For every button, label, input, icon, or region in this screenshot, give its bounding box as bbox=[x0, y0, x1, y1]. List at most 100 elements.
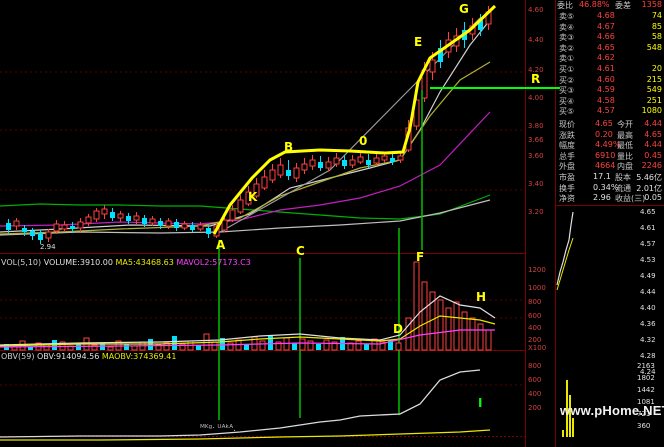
ask-label: 卖② bbox=[559, 43, 575, 53]
candle-body bbox=[126, 216, 131, 221]
bid-ask-ratio: 46.88% bbox=[579, 0, 610, 9]
volume-bar bbox=[292, 343, 297, 350]
bid-price: 4.60 bbox=[597, 74, 615, 84]
candle-body bbox=[237, 199, 244, 213]
volume-bar bbox=[477, 323, 484, 351]
price-axis-tick: 3.66 bbox=[528, 136, 544, 144]
vol-ma-yellow bbox=[0, 315, 496, 347]
ask-label: 卖③ bbox=[559, 33, 575, 42]
stat-label: 收益(三) bbox=[615, 194, 646, 203]
volume-bar bbox=[437, 299, 444, 351]
volume-bar bbox=[211, 341, 218, 351]
candle-body bbox=[366, 160, 371, 165]
volume-axis-tick: 1200 bbox=[528, 266, 546, 274]
mini-vol-axis-tick: 2163 bbox=[637, 362, 655, 370]
orderbook-row: 买④ 4.58 251 bbox=[557, 95, 664, 106]
candle-body bbox=[181, 223, 188, 229]
stat-value: 4664 bbox=[595, 161, 616, 170]
candle bbox=[93, 208, 100, 222]
bid-label: 买④ bbox=[559, 96, 575, 106]
orderbook-row: 卖⑤ 4.68 74 bbox=[557, 11, 664, 21]
candle bbox=[110, 208, 115, 221]
candle bbox=[277, 158, 284, 178]
candle-body bbox=[373, 157, 380, 164]
candle-body bbox=[45, 231, 52, 239]
price-axis-tick: 4.20 bbox=[528, 66, 544, 74]
orderbook-row: 净资 2.96 收益(三) 0.05 bbox=[557, 193, 664, 203]
volume-axis-tick: 1000 bbox=[528, 284, 546, 292]
price-axis-tick: 4.40 bbox=[528, 36, 544, 44]
stat-label: 市盈 bbox=[559, 173, 575, 182]
candle-body bbox=[221, 219, 228, 231]
bid-volume: 215 bbox=[646, 74, 662, 84]
bid-label: 买① bbox=[559, 65, 575, 74]
stat-value: 2246 bbox=[641, 161, 662, 170]
ask-volume: 58 bbox=[651, 32, 662, 41]
candle bbox=[357, 152, 364, 164]
mini-price-axis-tick: 4.49 bbox=[640, 272, 656, 280]
candle bbox=[438, 40, 443, 68]
mini-price-axis-tick: 4.53 bbox=[640, 256, 656, 264]
annotation-a: A bbox=[216, 238, 226, 252]
candle-body bbox=[22, 228, 27, 232]
orderbook-row: 卖① 4.62 bbox=[557, 53, 664, 63]
stat-value: 0.45 bbox=[644, 150, 662, 160]
bid-ask-ratio-label: 委比 bbox=[557, 1, 573, 9]
candle-body bbox=[61, 224, 68, 230]
candle-body bbox=[301, 163, 308, 171]
volume-bar bbox=[364, 344, 369, 350]
mini-price-axis-tick: 4.44 bbox=[640, 288, 656, 296]
ask-price: 4.68 bbox=[597, 11, 615, 20]
candle bbox=[349, 155, 356, 168]
volume-bar bbox=[307, 340, 314, 351]
volume-bar bbox=[445, 307, 452, 351]
candle bbox=[181, 221, 188, 230]
orderbook-row: 卖④ 4.67 85 bbox=[557, 22, 664, 32]
stat-label: 总手 bbox=[559, 151, 575, 161]
stat-label: 最低 bbox=[617, 141, 633, 150]
orderbook-header: 委比 46.88% 委差 1358 bbox=[557, 0, 664, 9]
footer-text: ᴹᴷᵍᐧ ᵁᴬᵏᴬ. bbox=[200, 424, 237, 434]
candle-body bbox=[93, 210, 100, 220]
mini-price-axis-tick: 4.28 bbox=[640, 352, 656, 360]
annotation-c: C bbox=[296, 244, 305, 258]
candle bbox=[174, 219, 179, 231]
stat-label: 最高 bbox=[617, 130, 633, 140]
stat-value: 4.44 bbox=[644, 140, 662, 149]
annotation-f: F bbox=[416, 250, 425, 264]
ask-label: 卖⑤ bbox=[559, 12, 575, 21]
mini-vol-axis-tick: 1802 bbox=[637, 374, 655, 382]
candle-body bbox=[261, 176, 268, 189]
low-price-label: 2.94 bbox=[40, 243, 56, 251]
orderbook-row: 卖③ 4.66 58 bbox=[557, 32, 664, 42]
volume-bar bbox=[316, 344, 321, 350]
stat-label: 量比 bbox=[617, 151, 633, 161]
vol-mavol2: MAVOL2:57173.C3 bbox=[176, 258, 251, 267]
candle bbox=[13, 218, 20, 230]
candle-body bbox=[397, 155, 404, 161]
stat-label: 内盘 bbox=[617, 162, 633, 171]
mini-price-axis-tick: 4.40 bbox=[640, 304, 656, 312]
watermark-text: www.pHome.NET bbox=[560, 403, 664, 418]
volume-bar bbox=[76, 344, 81, 350]
candle bbox=[77, 218, 84, 232]
candle-body bbox=[85, 216, 92, 224]
volume-bar bbox=[43, 344, 50, 351]
bid-volume: 549 bbox=[646, 85, 662, 94]
candle bbox=[229, 205, 236, 222]
candle bbox=[117, 211, 124, 222]
stat-label: 幅度 bbox=[559, 141, 575, 150]
orderbook-row: 买① 4.61 20 bbox=[557, 64, 664, 74]
orderbook-row: 涨跌 0.20 最高 4.65 bbox=[557, 130, 664, 140]
candle-body bbox=[13, 220, 20, 227]
stat-label: 净资 bbox=[559, 194, 575, 203]
candle-body bbox=[70, 226, 75, 229]
ask-volume: 548 bbox=[646, 42, 662, 52]
candle-body bbox=[349, 159, 356, 166]
ask-volume: 74 bbox=[651, 11, 662, 20]
bid-volume: 251 bbox=[646, 95, 662, 105]
ask-price: 4.65 bbox=[597, 42, 615, 52]
volume-bar bbox=[268, 335, 273, 350]
vol-ma5: MA5:43468.63 bbox=[115, 258, 174, 267]
candle-body bbox=[174, 222, 179, 228]
